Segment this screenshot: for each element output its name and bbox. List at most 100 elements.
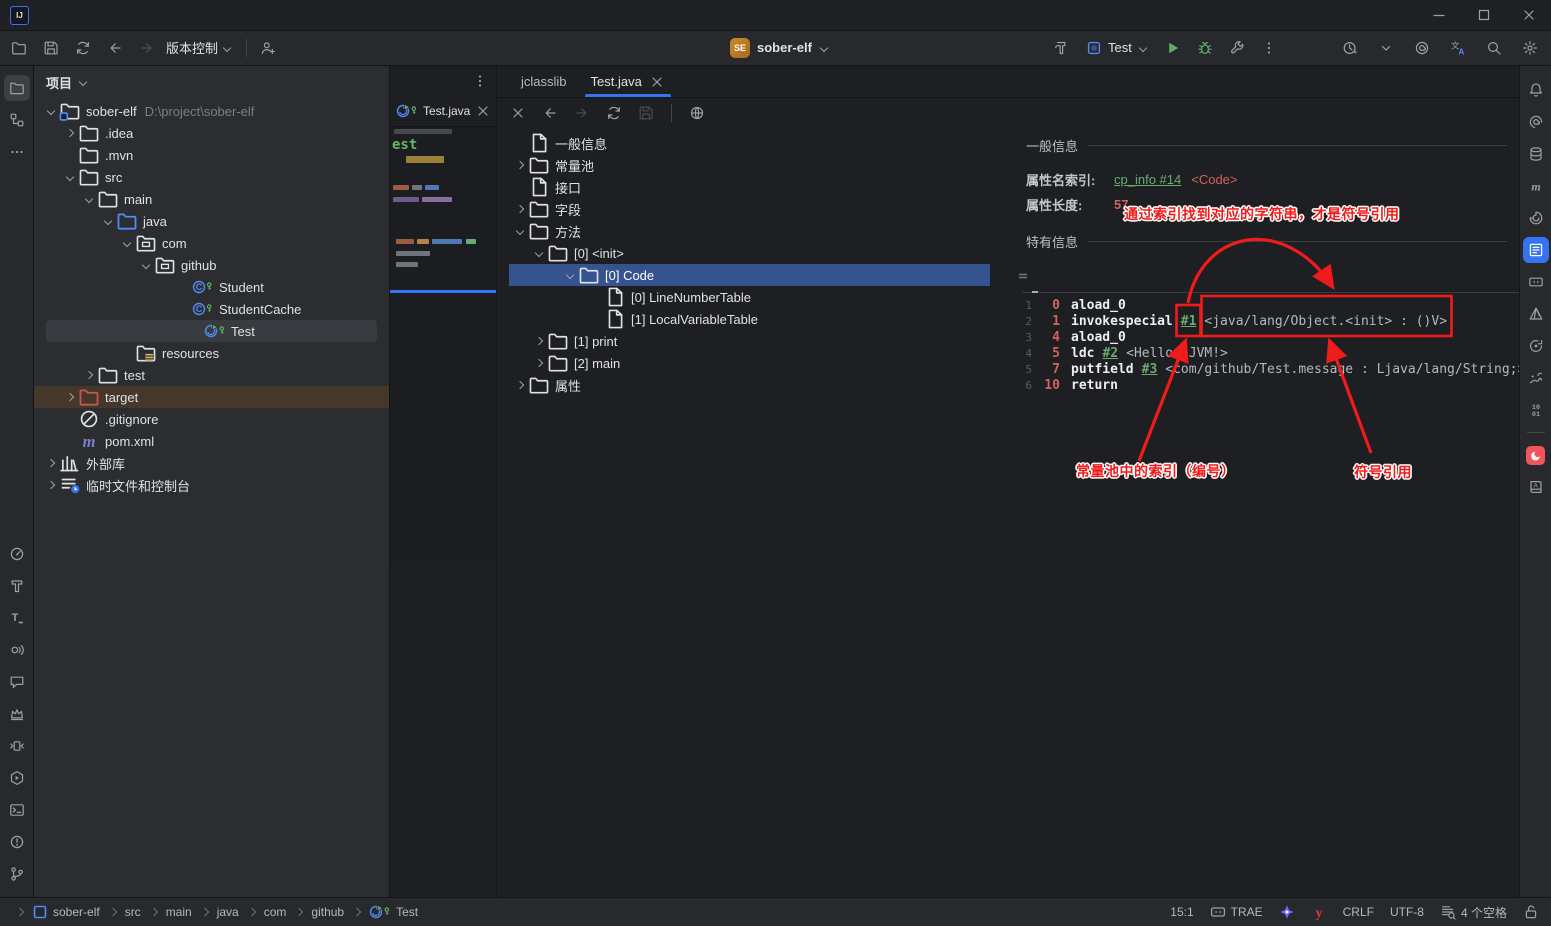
constant-pool-link[interactable]: cp_info #14 xyxy=(1114,172,1181,187)
tree-row[interactable]: 一般信息 xyxy=(497,132,1012,154)
bytecode-tab[interactable] xyxy=(1048,285,1074,292)
bytecode-tab[interactable] xyxy=(1074,285,1100,292)
toolbar-button[interactable] xyxy=(1337,35,1363,61)
tool-strip-button[interactable] xyxy=(1523,141,1549,167)
run-config-selector[interactable]: Test xyxy=(1082,40,1152,56)
tool-strip-button[interactable] xyxy=(4,701,30,727)
tree-chevron-icon[interactable] xyxy=(511,132,528,154)
tree-chevron-icon[interactable] xyxy=(42,474,59,496)
add-user-button[interactable] xyxy=(255,35,281,61)
bytecode-line[interactable]: 6 10 return xyxy=(1012,378,1519,394)
tree-row[interactable]: 临时文件和控制台 xyxy=(34,474,389,496)
breadcrumb-item[interactable]: Test xyxy=(349,904,421,920)
tree-row[interactable]: github xyxy=(34,254,389,276)
tree-row[interactable]: m pom.xml xyxy=(34,430,389,452)
vcs-widget[interactable]: 版本控制 xyxy=(160,35,238,61)
constant-pool-ref-link[interactable]: #2 xyxy=(1102,346,1118,362)
tree-row[interactable]: C StudentCache xyxy=(34,298,389,320)
shuriken-plugin-icon[interactable] xyxy=(1279,904,1295,920)
toolbar-button[interactable] xyxy=(1192,35,1218,61)
jclasslib-toolbar-button[interactable] xyxy=(505,100,531,126)
menu-item[interactable] xyxy=(143,0,163,30)
tool-strip-button[interactable] xyxy=(4,861,30,887)
bytecode-line[interactable]: 3 4 aload_0 xyxy=(1012,330,1519,346)
bytecode-line[interactable]: 5 7 putfield #3 <com/github/Test.message… xyxy=(1012,362,1519,378)
tree-chevron-icon[interactable] xyxy=(175,276,192,298)
toolbar-button[interactable] xyxy=(1256,35,1282,61)
tree-chevron-icon[interactable] xyxy=(511,198,528,220)
tree-row[interactable]: [0] Code xyxy=(509,264,990,286)
bytecode-line[interactable]: 2 1 invokespecial #1 <java/lang/Object.<… xyxy=(1012,314,1519,330)
tree-chevron-icon[interactable] xyxy=(511,154,528,176)
tree-row[interactable]: sober-elf D:\project\sober-elf xyxy=(34,100,389,122)
tree-row[interactable]: [1] print xyxy=(497,330,1012,352)
tool-strip-button[interactable] xyxy=(4,765,30,791)
mini-editor-tab[interactable]: Test.java xyxy=(390,96,496,127)
tool-strip-button[interactable] xyxy=(1523,333,1549,359)
toolbar-button[interactable] xyxy=(1517,35,1543,61)
tree-chevron-icon[interactable] xyxy=(80,188,97,210)
tree-row[interactable]: [1] LocalVariableTable xyxy=(497,308,1012,330)
breadcrumb-item[interactable]: github xyxy=(291,905,347,919)
line-separator[interactable]: CRLF xyxy=(1343,905,1374,919)
tree-chevron-icon[interactable] xyxy=(511,176,528,198)
tree-chevron-icon[interactable] xyxy=(61,122,78,144)
bytecode-line[interactable]: 4 5 ldc #2 <Hello, JVM!> xyxy=(1012,346,1519,362)
tree-row[interactable]: 字段 xyxy=(497,198,1012,220)
toolbar-button[interactable] xyxy=(1373,35,1399,61)
tool-strip-button[interactable] xyxy=(1523,237,1549,263)
tree-row[interactable]: 外部库 xyxy=(34,452,389,474)
tool-strip-button[interactable] xyxy=(1523,365,1549,391)
toolbar-button[interactable] xyxy=(70,35,96,61)
tree-row[interactable]: [0] LineNumberTable xyxy=(497,286,1012,308)
tool-strip-button[interactable] xyxy=(1523,269,1549,295)
breadcrumb-item[interactable]: src xyxy=(105,905,144,919)
menu-item[interactable] xyxy=(263,0,283,30)
menu-item[interactable] xyxy=(63,0,83,30)
tool-strip-button[interactable] xyxy=(1523,205,1549,231)
tree-chevron-icon[interactable] xyxy=(137,254,154,276)
tree-chevron-icon[interactable] xyxy=(561,264,578,286)
menu-item[interactable] xyxy=(223,0,243,30)
toolbar-button[interactable] xyxy=(134,35,160,61)
breadcrumb-item[interactable]: main xyxy=(146,905,195,919)
tree-row[interactable]: .mvn xyxy=(34,144,389,166)
tree-row[interactable]: Test xyxy=(46,320,377,342)
tree-row[interactable]: 接口 xyxy=(497,176,1012,198)
editor-tab[interactable]: Test.java xyxy=(579,66,677,97)
tree-chevron-icon[interactable] xyxy=(42,100,59,122)
tree-chevron-icon[interactable] xyxy=(187,320,204,342)
tree-chevron-icon[interactable] xyxy=(99,210,116,232)
tree-chevron-icon[interactable] xyxy=(511,220,528,242)
tree-chevron-icon[interactable] xyxy=(530,242,547,264)
breadcrumb-item[interactable]: sober-elf xyxy=(12,904,103,920)
tree-row[interactable]: target xyxy=(34,386,389,408)
window-control-button[interactable] xyxy=(1461,0,1506,30)
tree-row[interactable]: C Student xyxy=(34,276,389,298)
tree-chevron-icon[interactable] xyxy=(61,386,78,408)
project-widget[interactable]: SE sober-elf xyxy=(730,38,829,58)
tree-chevron-icon[interactable] xyxy=(61,408,78,430)
tool-strip-button[interactable] xyxy=(4,107,30,133)
tree-row[interactable]: 属性 xyxy=(497,374,1012,396)
editor-tab[interactable]: jclasslib xyxy=(509,66,579,97)
tool-strip-button[interactable] xyxy=(1523,442,1549,468)
close-small-icon[interactable] xyxy=(649,74,665,90)
jclasslib-toolbar-button[interactable] xyxy=(537,100,563,126)
toolbar-button[interactable] xyxy=(1160,35,1186,61)
indent-widget[interactable]: 4 个空格 xyxy=(1440,904,1507,921)
toolbar-button[interactable] xyxy=(1224,35,1250,61)
tool-strip-button[interactable]: A xyxy=(1523,474,1549,500)
trae-widget[interactable]: TRAE xyxy=(1210,904,1263,920)
menu-item[interactable] xyxy=(43,0,63,30)
jclasslib-toolbar-button[interactable] xyxy=(601,100,627,126)
menu-item[interactable] xyxy=(183,0,203,30)
code-editor-preview[interactable]: est xyxy=(390,127,496,562)
tree-chevron-icon[interactable] xyxy=(175,298,192,320)
tree-row[interactable]: [2] main xyxy=(497,352,1012,374)
tool-strip-button[interactable] xyxy=(1523,77,1549,103)
tree-chevron-icon[interactable] xyxy=(530,352,547,374)
tool-strip-button[interactable] xyxy=(4,541,30,567)
tree-row[interactable]: [0] <init> xyxy=(497,242,1012,264)
close-icon[interactable] xyxy=(475,103,491,119)
